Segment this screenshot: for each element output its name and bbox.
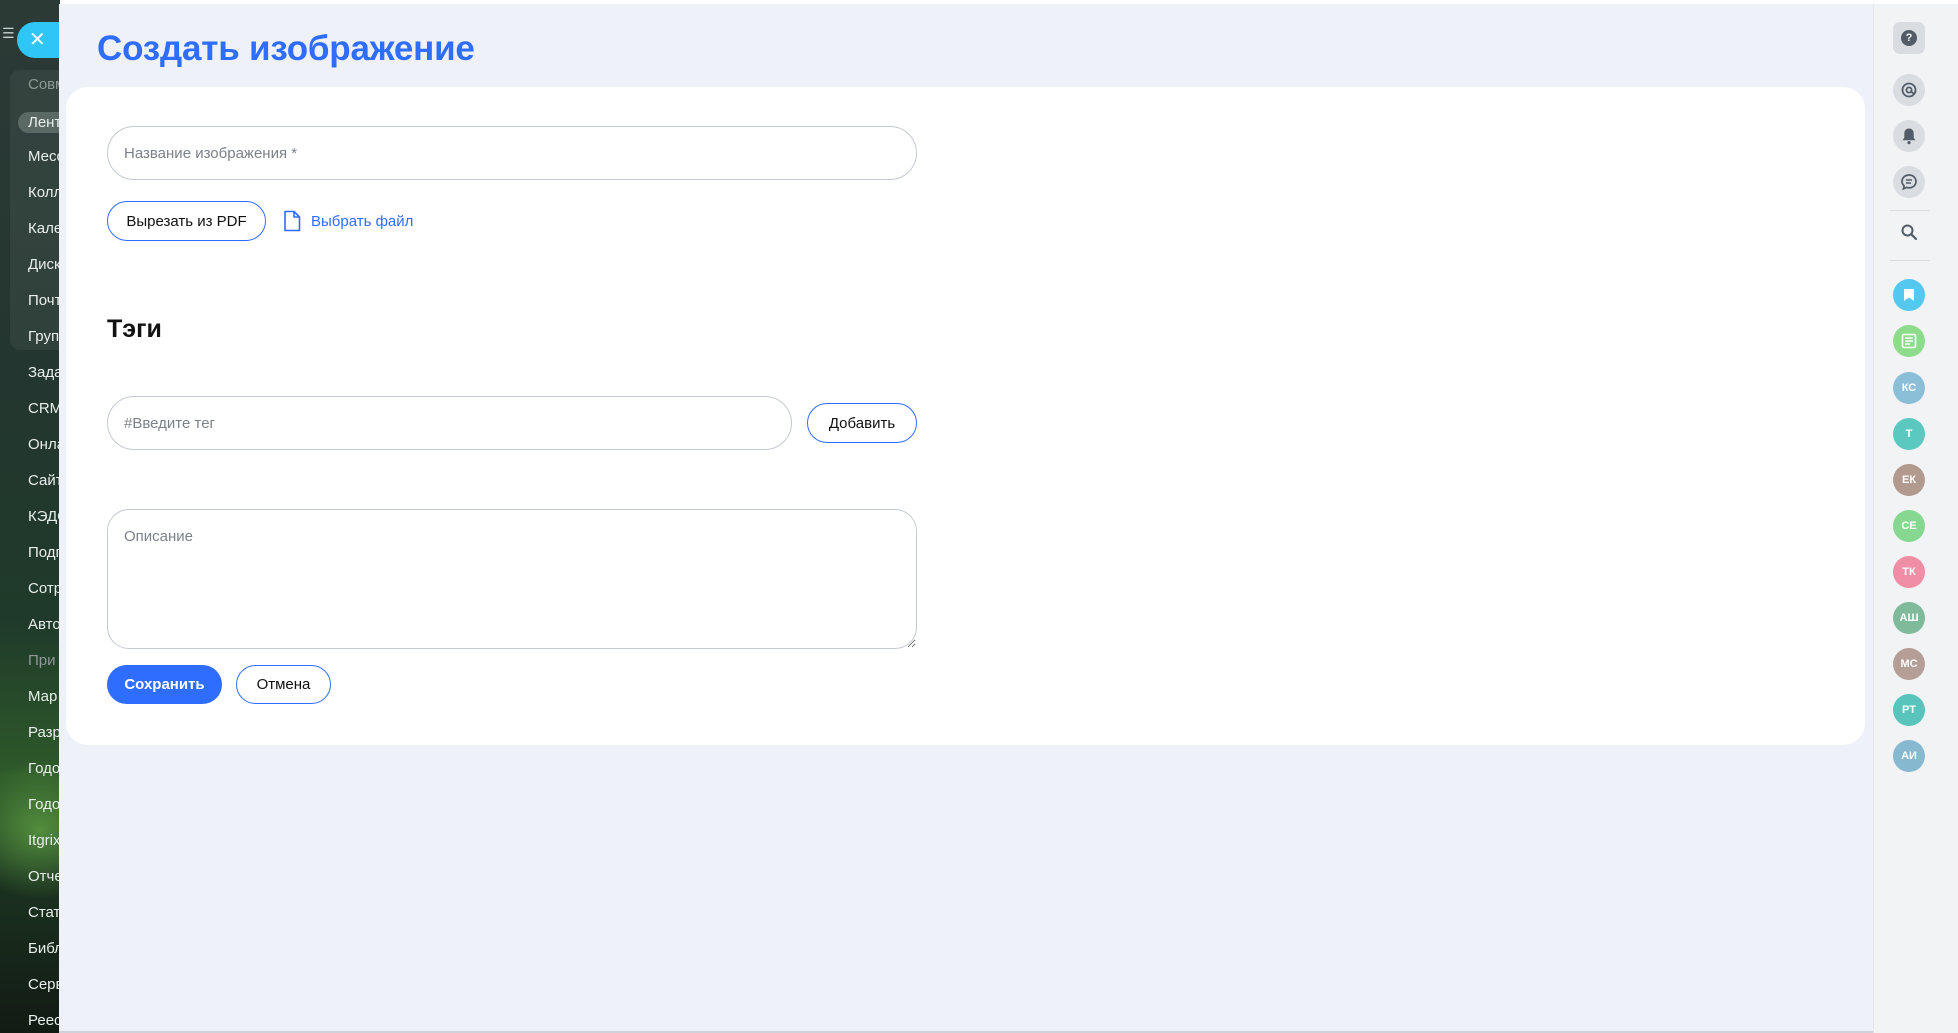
cancel-button[interactable]: Отмена xyxy=(236,665,331,704)
background-menu-item[interactable]: Годо xyxy=(28,796,60,813)
background-menu-item[interactable]: Колл xyxy=(28,184,60,201)
background-menu-item[interactable]: Диск xyxy=(28,256,60,273)
right-sidebar: ? КС Т ЕК СЕ ТК АШ МС РТ АИ xyxy=(1873,4,1958,1033)
save-button[interactable]: Сохранить xyxy=(107,665,222,704)
news-icon xyxy=(1901,333,1917,349)
background-menu-item[interactable]: Годо xyxy=(28,760,60,777)
background-menu-item[interactable]: Почт xyxy=(28,292,60,309)
chat-icon xyxy=(1901,174,1917,191)
background-menu-item[interactable]: Отче xyxy=(28,868,60,885)
help-button[interactable]: ? xyxy=(1893,22,1925,54)
chat-avatar[interactable]: Т xyxy=(1893,418,1925,450)
add-tag-button[interactable]: Добавить xyxy=(807,403,917,443)
background-menu-item[interactable]: Зада xyxy=(28,364,60,381)
help-icon: ? xyxy=(1901,30,1917,46)
background-menu-item[interactable]: Лент xyxy=(18,112,60,133)
tags-title: Тэги xyxy=(107,315,162,343)
description-textarea[interactable] xyxy=(107,509,917,649)
background-menu-item[interactable]: Itgrix xyxy=(28,832,60,849)
bell-icon xyxy=(1902,128,1916,145)
mentions-button[interactable] xyxy=(1893,74,1925,106)
background-menu-item[interactable]: Библ xyxy=(28,940,60,957)
background-menu-item[interactable]: Кале xyxy=(28,220,60,237)
sidebar-divider xyxy=(1890,210,1930,211)
chat-avatar[interactable]: КС xyxy=(1893,372,1925,404)
create-image-slider: Создать изображение Вырезать из PDF Выбр… xyxy=(59,4,1875,1031)
file-icon xyxy=(284,210,301,232)
background-menu-item[interactable]: При xyxy=(28,652,56,669)
page-title: Создать изображение xyxy=(97,29,475,68)
background-menu-item[interactable]: Серв xyxy=(28,976,60,993)
bookmark-icon xyxy=(1904,289,1914,301)
background-menu-item[interactable]: Сотр xyxy=(28,580,60,597)
chat-avatar[interactable]: МС xyxy=(1893,648,1925,680)
background-menu-item[interactable]: Онла xyxy=(28,436,60,453)
chat-avatar[interactable]: АИ xyxy=(1893,740,1925,772)
background-menu-item[interactable]: Разр xyxy=(28,724,60,741)
chat-avatar[interactable]: АШ xyxy=(1893,602,1925,634)
choose-file-label: Выбрать файл xyxy=(311,212,414,230)
search-icon xyxy=(1901,224,1918,241)
chat-avatar[interactable]: РТ xyxy=(1893,694,1925,726)
background-menu-item[interactable]: Стат xyxy=(28,904,60,921)
messages-button[interactable] xyxy=(1893,166,1925,198)
burger-menu-icon[interactable]: ☰ xyxy=(2,26,16,40)
background-menu-item[interactable]: Подп xyxy=(28,544,60,561)
form-card: Вырезать из PDF Выбрать файл Тэги Добави… xyxy=(66,87,1865,745)
at-sign-icon xyxy=(1901,82,1917,98)
choose-file-link[interactable]: Выбрать файл xyxy=(283,206,413,236)
search-button[interactable] xyxy=(1893,216,1925,248)
close-slider-button[interactable]: ✕ xyxy=(17,22,59,58)
background-menu-item[interactable]: Месс xyxy=(28,148,60,165)
tag-input[interactable] xyxy=(107,396,792,450)
cut-from-pdf-button[interactable]: Вырезать из PDF xyxy=(107,201,266,241)
background-menu-item[interactable]: Сайт xyxy=(28,472,60,489)
notifications-button[interactable] xyxy=(1893,120,1925,152)
background-menu-item[interactable]: Мар xyxy=(28,688,57,705)
chat-avatar[interactable]: СЕ xyxy=(1893,510,1925,542)
bookmarks-button[interactable] xyxy=(1893,279,1925,311)
chat-avatar[interactable]: ТК xyxy=(1893,556,1925,588)
background-left-menu: ☰ Совм Лент Месс Колл Кале Диск Почт Груп Зада CR… xyxy=(0,0,60,1033)
background-menu-item[interactable]: Авто xyxy=(28,616,60,633)
close-icon: ✕ xyxy=(29,29,46,51)
image-name-input[interactable] xyxy=(107,126,917,180)
news-button[interactable] xyxy=(1893,325,1925,357)
background-menu-item[interactable]: Совм xyxy=(28,76,60,93)
background-menu-item[interactable]: КЭДС xyxy=(28,508,60,525)
background-menu-item[interactable]: CRM xyxy=(28,400,60,417)
sidebar-divider xyxy=(1890,260,1930,261)
background-menu-item[interactable]: Реес xyxy=(28,1012,60,1029)
background-menu-item[interactable]: Груп xyxy=(28,328,59,345)
chat-avatar[interactable]: ЕК xyxy=(1893,464,1925,496)
